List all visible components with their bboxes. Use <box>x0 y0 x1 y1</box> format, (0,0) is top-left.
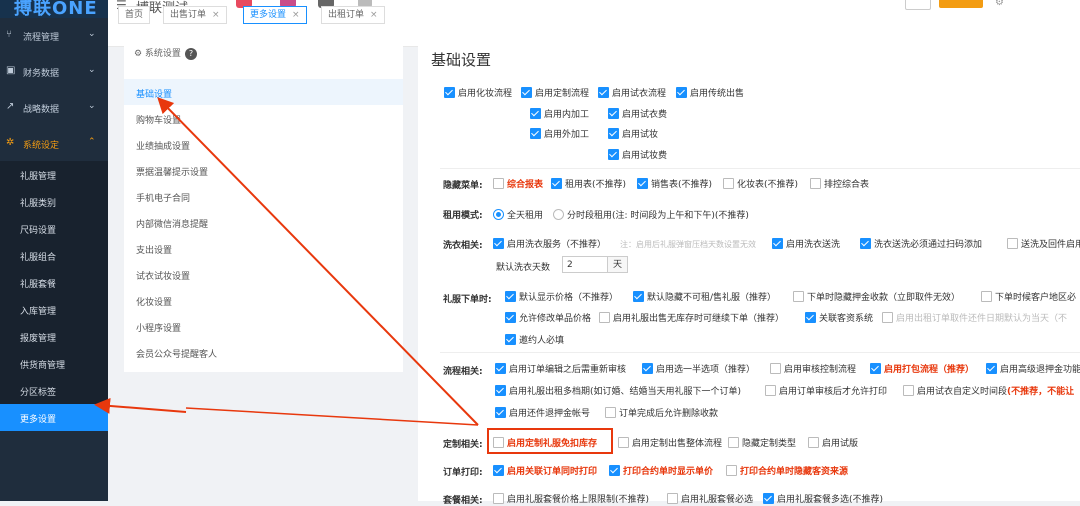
arrow-to-more-settings <box>94 397 187 414</box>
arrow-connector <box>185 407 479 426</box>
annotation-arrows <box>94 97 479 426</box>
arrow-to-basic-settings <box>157 97 479 426</box>
